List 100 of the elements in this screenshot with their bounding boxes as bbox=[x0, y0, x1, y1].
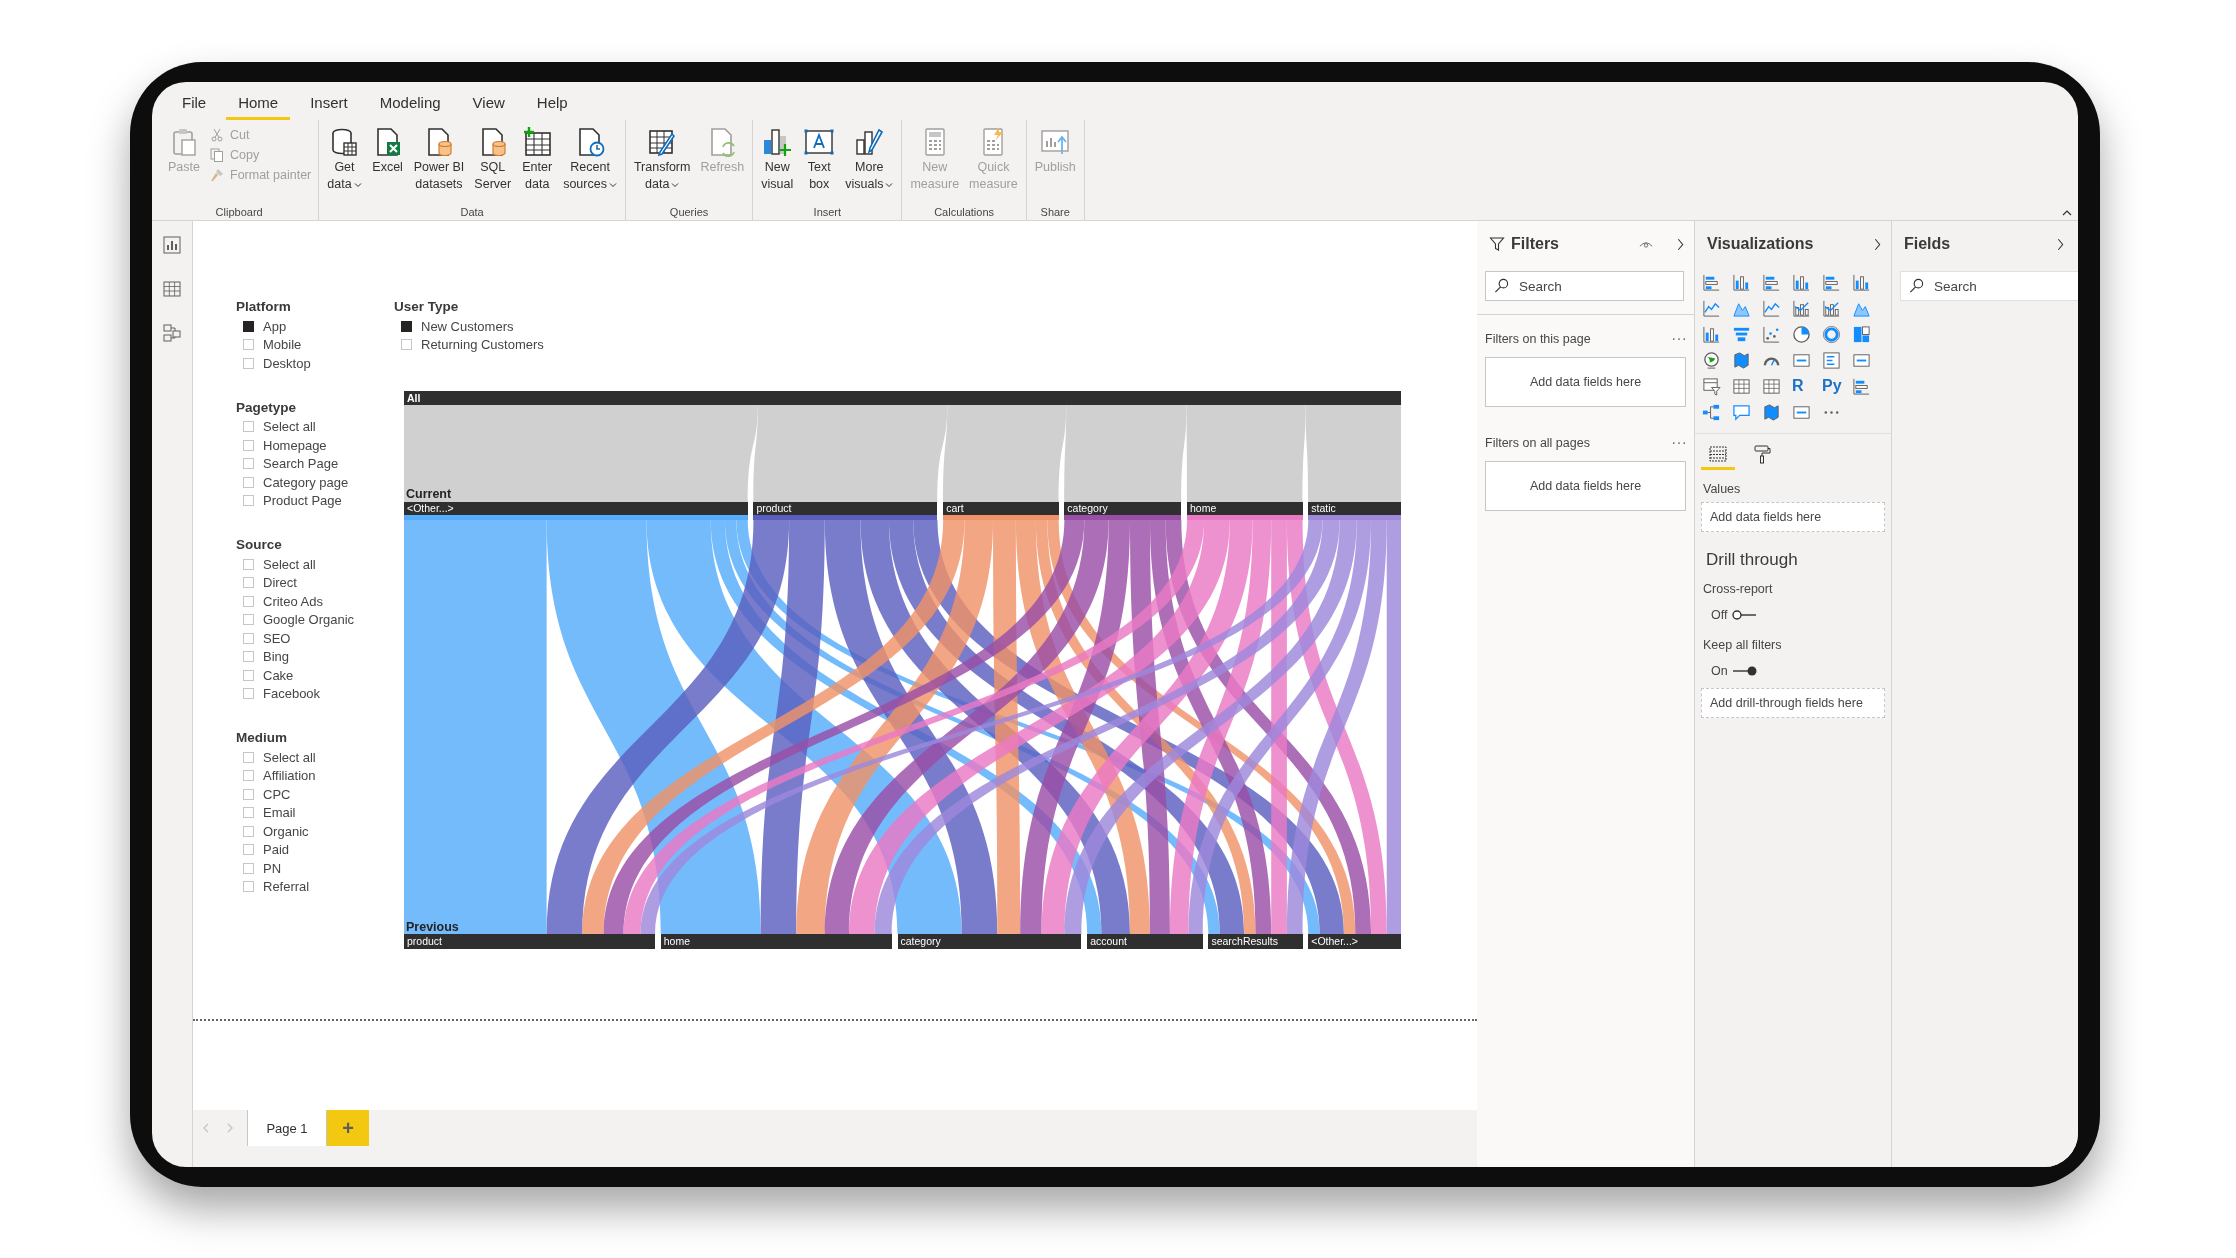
script-visual-button[interactable]: Py bbox=[1822, 373, 1846, 399]
slicer-option[interactable]: Select all bbox=[263, 749, 316, 765]
treemap-icon[interactable] bbox=[1852, 324, 1871, 344]
horizontal-bar-chart-icon[interactable] bbox=[1822, 272, 1841, 292]
combo-chart-icon[interactable] bbox=[1792, 298, 1811, 318]
ribbon-button[interactable]: Recent sources bbox=[559, 124, 621, 206]
horizontal-bar-chart-icon[interactable] bbox=[1852, 376, 1871, 396]
slicer-option[interactable]: CPC bbox=[263, 786, 291, 802]
page-tab[interactable]: Page 1 bbox=[247, 1110, 327, 1146]
slicer-option[interactable]: App bbox=[263, 318, 287, 334]
checkbox[interactable] bbox=[401, 320, 412, 332]
drop-zone[interactable]: Add data fields here bbox=[1485, 357, 1686, 407]
drop-zone[interactable]: Add data fields here bbox=[1701, 502, 1885, 532]
table-icon[interactable] bbox=[1762, 376, 1781, 396]
slicer-option[interactable]: PN bbox=[263, 860, 282, 876]
column-chart-icon[interactable] bbox=[1702, 324, 1721, 344]
slicer-option[interactable]: Select all bbox=[263, 556, 316, 572]
chevron-right-icon[interactable] bbox=[1677, 237, 1684, 251]
bar-chart-icon[interactable] bbox=[162, 235, 182, 255]
horizontal-bar-chart-icon[interactable] bbox=[1702, 272, 1721, 292]
drop-zone[interactable]: Add drill-through fields here bbox=[1701, 688, 1885, 718]
drop-zone[interactable]: Add data fields here bbox=[1485, 461, 1686, 511]
sankey-node[interactable]: product bbox=[753, 502, 938, 515]
add-page-button[interactable]: + bbox=[327, 1110, 369, 1146]
column-chart-icon[interactable] bbox=[1732, 272, 1751, 292]
speech-bubble-icon[interactable] bbox=[1732, 402, 1751, 422]
pie-chart-icon[interactable] bbox=[1792, 324, 1811, 344]
caret-up-icon[interactable] bbox=[2062, 210, 2072, 216]
search-field[interactable]: Search bbox=[1485, 271, 1684, 301]
slicer-option[interactable]: Referral bbox=[263, 879, 310, 895]
map-icon[interactable] bbox=[1732, 350, 1751, 370]
slicer-option[interactable]: Bing bbox=[263, 649, 290, 665]
table-icon[interactable] bbox=[162, 279, 182, 299]
ribbon-button[interactable]: Excel bbox=[367, 124, 408, 206]
slicer-option[interactable]: Direct bbox=[263, 575, 297, 591]
more-icon[interactable] bbox=[1672, 337, 1686, 341]
list-icon[interactable] bbox=[1822, 350, 1841, 370]
slicer-option[interactable]: Organic bbox=[263, 823, 309, 839]
sankey-node[interactable]: home bbox=[1187, 502, 1303, 515]
ribbon-button[interactable]: Get data bbox=[323, 124, 366, 206]
table-icon[interactable] bbox=[1732, 376, 1751, 396]
checkbox[interactable] bbox=[243, 320, 254, 332]
search-field[interactable]: Search bbox=[1900, 271, 2078, 301]
model-icon[interactable] bbox=[162, 323, 182, 343]
menu-tab[interactable]: Modeling bbox=[367, 90, 453, 120]
slicer-option[interactable]: Mobile bbox=[263, 337, 302, 353]
combo-chart-icon[interactable] bbox=[1822, 298, 1841, 318]
sankey-node[interactable]: category bbox=[1064, 502, 1182, 515]
menu-tab[interactable]: Home bbox=[226, 90, 291, 120]
map-icon[interactable] bbox=[1762, 402, 1781, 422]
chevron-right-icon[interactable] bbox=[1874, 237, 1881, 251]
column-chart-icon[interactable] bbox=[1792, 272, 1811, 292]
ribbon-button[interactable]: Text box bbox=[799, 124, 840, 206]
ribbon-button[interactable]: Power BI datasets bbox=[409, 124, 469, 206]
more-icon[interactable] bbox=[1672, 441, 1686, 445]
scatter-chart-icon[interactable] bbox=[1762, 324, 1781, 344]
slicer-option[interactable]: Email bbox=[263, 805, 296, 821]
menu-tab[interactable]: Help bbox=[524, 90, 580, 120]
horizontal-bar-chart-icon[interactable] bbox=[1762, 272, 1781, 292]
script-visual-button[interactable]: R bbox=[1792, 373, 1816, 399]
line-chart-icon[interactable] bbox=[1702, 298, 1721, 318]
tree-icon[interactable] bbox=[1702, 402, 1721, 422]
slicer-option[interactable]: Desktop bbox=[263, 355, 311, 371]
menu-tab[interactable]: File bbox=[170, 90, 219, 120]
column-chart-icon[interactable] bbox=[1852, 272, 1871, 292]
slicer-option[interactable]: New Customers bbox=[421, 318, 514, 334]
ribbon-button[interactable]: Transform data bbox=[629, 124, 695, 206]
slicer-option[interactable]: Select all bbox=[263, 419, 316, 435]
slicer-option[interactable]: Paid bbox=[263, 842, 290, 858]
sankey-node[interactable]: cart bbox=[943, 502, 1059, 515]
toggle-switch[interactable] bbox=[1731, 609, 1758, 621]
globe-icon[interactable] bbox=[1702, 350, 1721, 370]
slicer-option[interactable]: Homepage bbox=[263, 437, 327, 453]
sankey-node[interactable]: product bbox=[404, 934, 656, 949]
ribbon-button[interactable]: Enter data bbox=[517, 124, 558, 206]
ribbon-button[interactable]: More visuals bbox=[841, 124, 898, 206]
sankey-node[interactable]: <Other...> bbox=[404, 502, 748, 515]
chevron-right-icon[interactable] bbox=[2057, 237, 2064, 251]
menu-tab[interactable]: View bbox=[460, 90, 517, 120]
donut-chart-icon[interactable] bbox=[1822, 324, 1841, 344]
filter-table-icon[interactable] bbox=[1702, 376, 1721, 396]
sankey-node[interactable]: home bbox=[660, 934, 892, 949]
slicer-option[interactable]: Product Page bbox=[263, 493, 342, 509]
slicer-option[interactable]: Cake bbox=[263, 667, 294, 683]
slicer-option[interactable]: Returning Customers bbox=[421, 337, 544, 353]
slicer-option[interactable]: Google Organic bbox=[263, 612, 355, 628]
ribbon-button[interactable]: SQL Server bbox=[470, 124, 516, 206]
slicer-option[interactable]: Facebook bbox=[263, 686, 321, 702]
sankey-node[interactable]: searchResults bbox=[1208, 934, 1303, 949]
slicer-option[interactable]: Search Page bbox=[263, 456, 339, 472]
eye-icon[interactable] bbox=[1639, 239, 1653, 249]
slicer-option[interactable]: SEO bbox=[263, 630, 291, 646]
slicer-option[interactable]: Affiliation bbox=[263, 768, 316, 784]
menu-tab[interactable]: Insert bbox=[298, 90, 360, 120]
sankey-node[interactable]: <Other...> bbox=[1308, 934, 1401, 949]
slicer-option[interactable]: Category page bbox=[263, 474, 349, 490]
sankey-node[interactable]: category bbox=[897, 934, 1082, 949]
toggle-switch[interactable] bbox=[1731, 665, 1758, 677]
sankey-node[interactable]: static bbox=[1308, 502, 1401, 515]
slicer-option[interactable]: Criteo Ads bbox=[263, 593, 323, 609]
